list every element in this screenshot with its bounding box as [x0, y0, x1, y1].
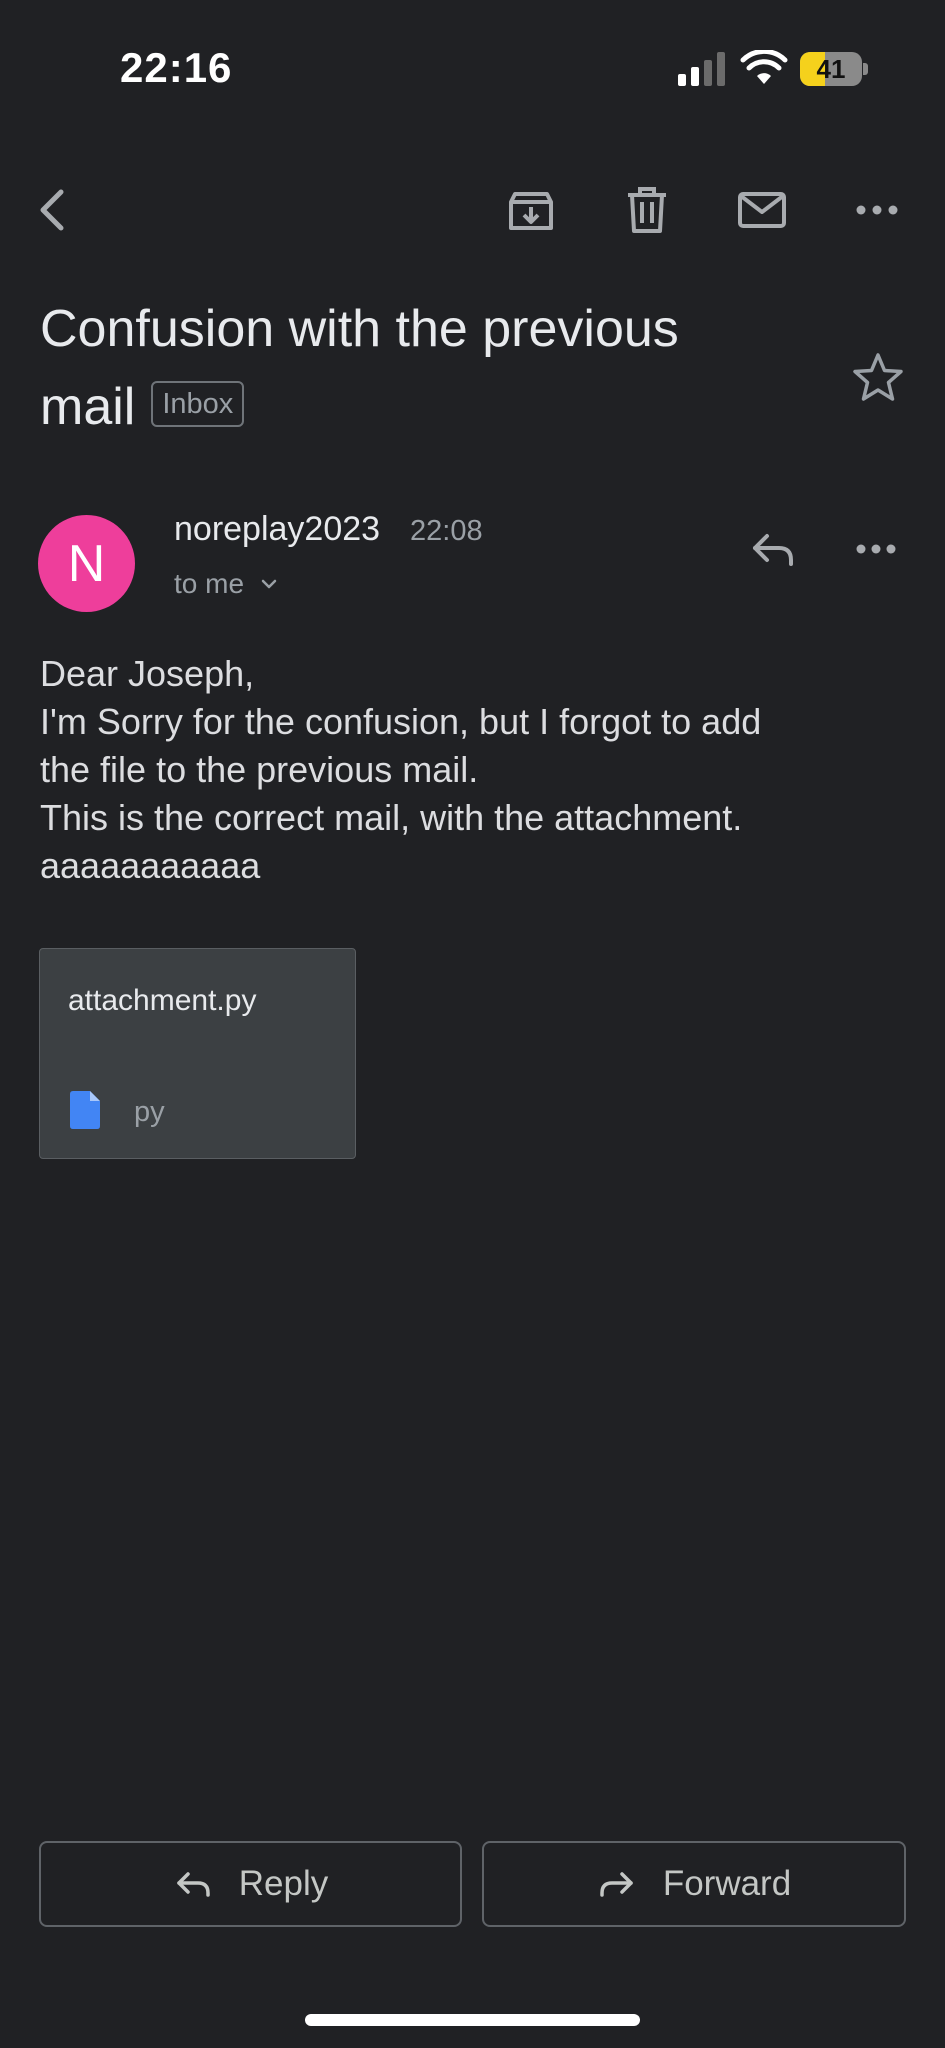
forward-icon [600, 1872, 633, 1897]
reply-icon-button[interactable] [738, 515, 806, 583]
reply-button[interactable]: Reply [39, 1841, 462, 1927]
attachment-type: py [134, 1096, 165, 1128]
archive-button[interactable] [491, 170, 571, 250]
subject-line-1: Confusion with the previous [40, 300, 679, 358]
chevron-left-icon [40, 189, 64, 231]
more-horizontal-icon [856, 205, 898, 215]
subject-line-2: mail [40, 378, 136, 436]
home-indicator[interactable] [305, 2014, 640, 2026]
back-button[interactable] [14, 170, 94, 250]
email-subject: Confusion with the previous mail Inbox [40, 290, 830, 446]
chevron-down-icon [261, 579, 277, 589]
recipient-details-toggle[interactable]: to me [174, 568, 280, 600]
reply-icon [177, 1872, 210, 1897]
body-line: This is the correct mail, with the attac… [40, 797, 743, 838]
email-toolbar [0, 170, 945, 250]
mark-unread-button[interactable] [722, 170, 802, 250]
file-icon [70, 1091, 100, 1129]
wifi-icon [740, 50, 788, 84]
star-icon [853, 353, 903, 401]
recipient-text: to me [174, 568, 245, 599]
email-body: Dear Joseph, I'm Sorry for the confusion… [40, 650, 910, 890]
battery-icon: 41 [800, 52, 868, 86]
body-line: aaaaaaaaaaa [40, 845, 261, 886]
sent-time: 22:08 [410, 515, 483, 547]
envelope-icon [738, 192, 786, 228]
inbox-label-badge[interactable]: Inbox [151, 381, 245, 428]
forward-button[interactable]: Forward [482, 1841, 906, 1927]
sender-name[interactable]: noreplay2023 [174, 510, 380, 549]
battery-level: 41 [816, 54, 846, 84]
reply-button-label: Reply [238, 1864, 329, 1903]
trash-icon [628, 187, 666, 233]
archive-icon [509, 192, 553, 230]
reply-icon [753, 534, 793, 566]
status-time: 22:16 [120, 44, 233, 91]
attachment-card[interactable]: attachment.py py [39, 948, 356, 1159]
message-more-button[interactable] [842, 515, 910, 583]
attachment-name: attachment.py [68, 984, 257, 1017]
body-line: Dear Joseph, [40, 653, 255, 694]
star-button[interactable] [844, 344, 912, 412]
more-horizontal-icon [856, 544, 896, 554]
forward-button-label: Forward [662, 1864, 792, 1903]
more-options-button[interactable] [837, 170, 917, 250]
delete-button[interactable] [607, 170, 687, 250]
body-line: I'm Sorry for the confusion, but I forgo… [40, 701, 762, 742]
sender-avatar[interactable]: N [38, 515, 135, 612]
status-bar: 22:16 41 [0, 0, 945, 140]
body-line: the file to the previous mail. [40, 749, 479, 790]
cellular-signal-icon [678, 52, 725, 86]
